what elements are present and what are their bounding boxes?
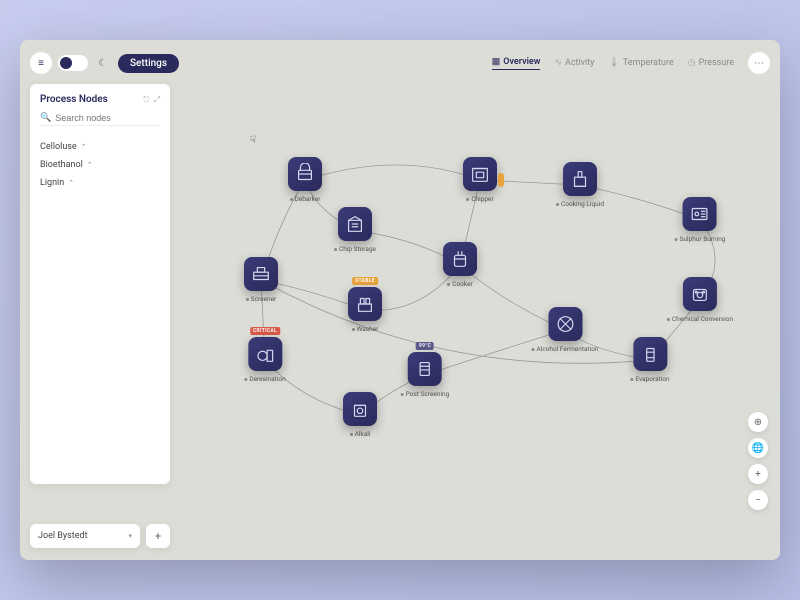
search-row: 🔍	[40, 111, 160, 126]
status-badge: CRITICAL	[250, 327, 280, 335]
chevron-down-icon: ▾	[128, 532, 132, 540]
tab-activity-label: Activity	[565, 58, 594, 68]
expand-icon[interactable]: ⤢	[154, 95, 160, 105]
tab-temperature-label: Temperature	[623, 58, 674, 68]
node-post-screening[interactable]: 99°C Post Screening	[401, 352, 450, 398]
sidebar-item-bioethanol[interactable]: Bioethanol ⌃	[40, 156, 160, 174]
topbar-right: ▦ Overview ∿ Activity 🌡 Temperature ◷ Pr…	[492, 52, 770, 74]
tab-temperature[interactable]: 🌡 Temperature	[608, 58, 673, 68]
node-sulphur-burning[interactable]: Sulphur Burning	[675, 197, 726, 243]
sidebar-item-label: Celloluse	[40, 142, 77, 152]
status-badge: STABLE	[352, 277, 378, 285]
node-alcohol-fermentation[interactable]: Alcohol Fermentation	[532, 307, 599, 353]
node-screener[interactable]: Screener	[244, 257, 278, 303]
search-input[interactable]	[55, 113, 160, 123]
locate-button[interactable]: ⊕	[748, 412, 768, 432]
node-washer[interactable]: STABLE Washer	[348, 287, 382, 333]
theme-toggle[interactable]	[58, 55, 88, 71]
thermo-icon: 🌡	[608, 58, 619, 68]
search-icon: 🔍	[40, 113, 51, 123]
user-name: Joel Bystedt	[38, 531, 88, 541]
more-button[interactable]: ⋯	[748, 52, 770, 74]
topbar: ≡ ☾ Settings ▦ Overview ∿ Activity 🌡 Tem…	[30, 50, 770, 76]
topbar-left: ≡ ☾ Settings	[30, 52, 179, 74]
zoom-out-button[interactable]: −	[748, 490, 768, 510]
chevron-down-icon: ⌃	[87, 161, 93, 169]
sidebar-header: Process Nodes ⎋ ⤢	[40, 94, 160, 105]
grid-icon: ▦	[492, 57, 501, 67]
moon-icon[interactable]: ☾	[94, 54, 112, 72]
app-window: ≡ ☾ Settings ▦ Overview ∿ Activity 🌡 Tem…	[20, 40, 780, 560]
sidebar-item-lignin[interactable]: Lignin ⌃	[40, 174, 160, 192]
pulse-icon: ∿	[554, 58, 562, 68]
sidebar-title: Process Nodes	[40, 94, 108, 105]
node-chipper[interactable]: Chipper	[463, 157, 497, 203]
sidebar-item-celloluse[interactable]: Celloluse ⌃	[40, 138, 160, 156]
tab-pressure-label: Pressure	[699, 58, 734, 68]
user-menu[interactable]: Joel Bystedt ▾	[30, 524, 140, 548]
node-debarker[interactable]: Debarker	[288, 157, 322, 203]
sidebar: Process Nodes ⎋ ⤢ 🔍 Celloluse ⌃ Bioethan…	[30, 84, 170, 484]
node-chip-storage[interactable]: Chip Storage	[334, 207, 376, 253]
sidebar-item-label: Lignin	[40, 178, 64, 188]
status-badge: 99°C	[416, 342, 434, 350]
chevron-down-icon: ⌃	[81, 143, 87, 151]
settings-button[interactable]: Settings	[118, 54, 179, 73]
tab-activity[interactable]: ∿ Activity	[554, 58, 594, 68]
tab-pressure[interactable]: ◷ Pressure	[688, 58, 734, 68]
zoom-controls: ⊕ 🌐 + −	[748, 412, 768, 510]
chevron-down-icon: ⌃	[68, 179, 74, 187]
temperature-indicator	[498, 173, 504, 187]
sidebar-actions: ⎋ ⤢	[143, 95, 160, 105]
node-deresination[interactable]: CRITICAL Deresination	[244, 337, 285, 383]
tab-overview-label: Overview	[503, 57, 540, 67]
node-alkali[interactable]: Alkali	[343, 392, 377, 438]
menu-icon[interactable]: ≡	[30, 52, 52, 74]
tab-overview[interactable]: ▦ Overview	[492, 57, 541, 70]
gauge-icon: ◷	[688, 58, 696, 68]
lock-icon[interactable]: ⎋	[143, 95, 149, 105]
node-chemical-conversion[interactable]: Chemical Conversion	[667, 277, 733, 323]
node-cooker[interactable]: Cooker	[443, 242, 477, 288]
zoom-in-button[interactable]: +	[748, 464, 768, 484]
node-evaporation[interactable]: Evaporation	[630, 337, 669, 383]
globe-button[interactable]: 🌐	[748, 438, 768, 458]
sidebar-item-label: Bioethanol	[40, 160, 83, 170]
node-cooking-liquid[interactable]: Cooking Liquid	[556, 162, 604, 208]
cursor-icon: ☟	[250, 135, 256, 146]
add-user-button[interactable]: +	[146, 524, 170, 548]
